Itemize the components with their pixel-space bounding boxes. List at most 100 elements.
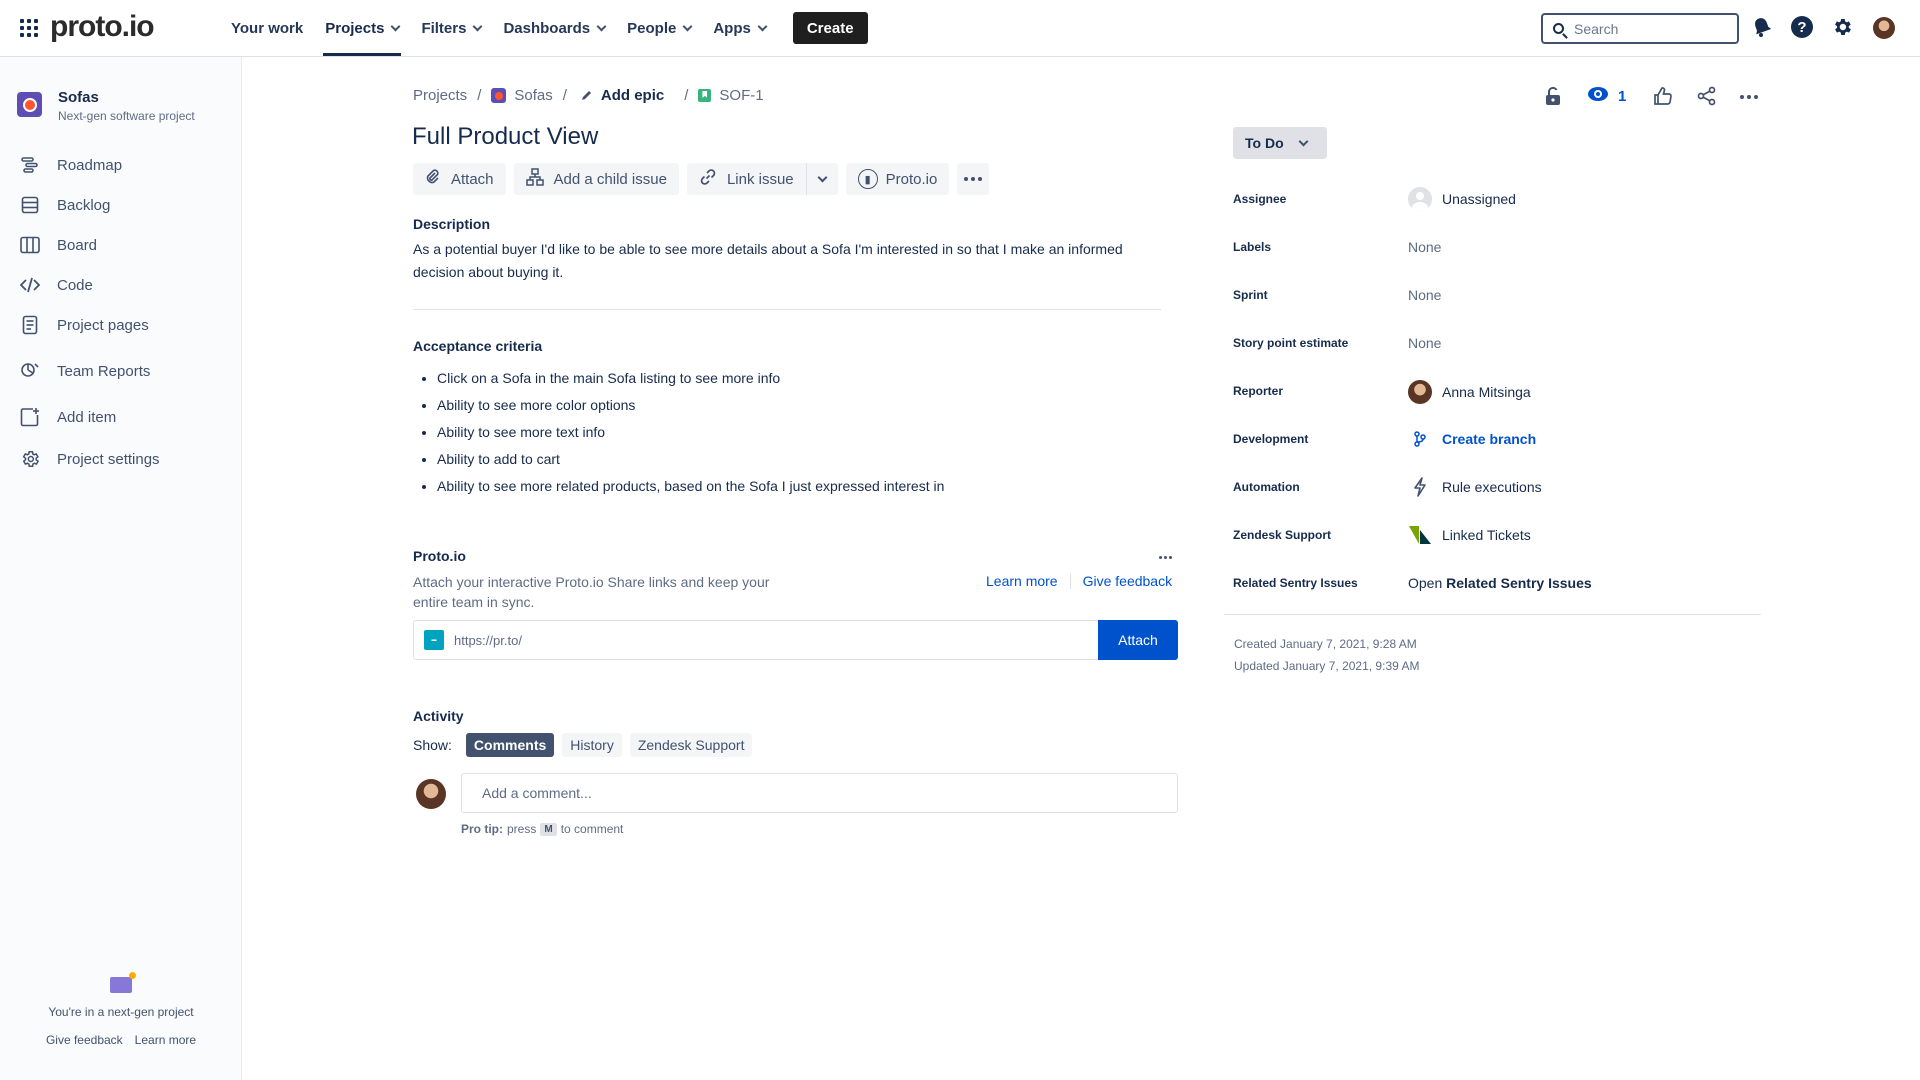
like-icon[interactable] — [1653, 86, 1673, 111]
help-icon[interactable]: ? — [1791, 16, 1813, 38]
zendesk-field[interactable]: Linked Tickets — [1408, 523, 1531, 547]
lock-icon[interactable] — [1545, 86, 1561, 111]
list-item: Ability to add to cart — [437, 449, 944, 476]
issue-title[interactable]: Full Product View — [412, 123, 598, 151]
story-points-field[interactable]: None — [1408, 335, 1441, 351]
help-glyph: ? — [1791, 16, 1813, 38]
reporter-field[interactable]: Anna Mitsinga — [1408, 380, 1531, 404]
assignee-field[interactable]: Unassigned — [1408, 187, 1516, 211]
project-name: Sofas — [58, 89, 99, 106]
give-feedback-link[interactable]: Give feedback — [1083, 573, 1173, 589]
nav-label: People — [627, 19, 677, 37]
field-label-development: Development — [1233, 432, 1309, 446]
add-epic-link[interactable]: Add epic — [577, 87, 664, 104]
link-divider — [1069, 573, 1071, 589]
add-child-issue-label: Add a child issue — [553, 170, 667, 188]
learn-more-link[interactable]: Learn more — [986, 573, 1058, 589]
lightning-icon — [1408, 475, 1432, 499]
reporter-value: Anna Mitsinga — [1442, 384, 1531, 400]
backlog-icon — [20, 195, 40, 215]
filter-comments[interactable]: Comments — [465, 733, 555, 757]
description-text[interactable]: As a potential buyer I'd like to be able… — [413, 238, 1163, 284]
breadcrumb: Projects / Sofas / Add epic / SOF-1 — [413, 87, 764, 104]
protoio-more-icon[interactable] — [1159, 556, 1172, 559]
protip: Pro tip: press M to comment — [461, 822, 623, 836]
project-header[interactable]: Sofas Next-gen software project — [17, 89, 195, 123]
sidebar-item-roadmap[interactable]: Roadmap — [20, 155, 122, 175]
nav-projects[interactable]: Projects — [314, 0, 410, 56]
filter-zendesk-support[interactable]: Zendesk Support — [629, 733, 753, 757]
add-child-issue-button[interactable]: Add a child issue — [513, 163, 679, 195]
automation-field[interactable]: Rule executions — [1408, 475, 1542, 499]
sidebar-item-board[interactable]: Board — [20, 235, 97, 255]
attach-button[interactable]: Attach — [413, 163, 506, 195]
protoio-label: Proto.io — [885, 170, 938, 188]
nav-your-work[interactable]: Your work — [220, 0, 314, 56]
sidebar-item-add-item[interactable]: Add item — [20, 407, 116, 427]
sidebar-item-project-pages[interactable]: Project pages — [20, 315, 149, 335]
protoio-attach-button[interactable]: Attach — [1098, 620, 1178, 660]
protoio-button[interactable]: ▮ Proto.io — [845, 163, 950, 195]
nav-label: Dashboards — [503, 19, 591, 37]
sidebar-item-project-settings[interactable]: Project settings — [20, 449, 160, 469]
updated-date: Updated January 7, 2021, 9:39 AM — [1234, 659, 1420, 673]
next-gen-notice: You're in a next-gen project — [48, 1005, 194, 1019]
sidebar-item-label: Project settings — [57, 450, 160, 468]
notifications-icon[interactable] — [1751, 16, 1773, 38]
chevron-down-icon — [390, 21, 401, 31]
breadcrumb-projects[interactable]: Projects — [413, 87, 467, 104]
protip-press: press — [507, 822, 537, 836]
filter-history[interactable]: History — [562, 733, 622, 757]
logo[interactable]: proto.io — [50, 10, 155, 44]
learn-more-link[interactable]: Learn more — [135, 1033, 196, 1047]
labels-field[interactable]: None — [1408, 239, 1441, 255]
sentry-field[interactable]: Open Related Sentry Issues — [1408, 575, 1592, 591]
protip-label: Pro tip: — [461, 822, 503, 836]
issue-dates: Created January 7, 2021, 9:28 AM Updated… — [1234, 633, 1419, 677]
link-issue-dropdown[interactable] — [805, 163, 838, 195]
zendesk-icon — [1409, 526, 1431, 544]
search-input[interactable]: Search — [1541, 13, 1739, 44]
user-avatar[interactable] — [1873, 17, 1895, 39]
issue-key[interactable]: SOF-1 — [719, 87, 763, 104]
create-branch-link[interactable]: Create branch — [1442, 431, 1536, 447]
pages-icon — [20, 315, 40, 335]
protoio-url-input[interactable]: https://pr.to/ — [454, 633, 1098, 648]
nav-label: Projects — [325, 19, 385, 37]
protoio-links: Learn more Give feedback — [986, 573, 1172, 589]
app-switcher-icon[interactable] — [20, 19, 38, 37]
issue-toolbar: Attach Add a child issue Link issue ▮ Pr… — [413, 163, 990, 195]
status-dropdown[interactable]: To Do — [1233, 127, 1327, 159]
watch-button[interactable]: 1 — [1587, 86, 1626, 107]
sentry-value: Related Sentry Issues — [1446, 575, 1592, 591]
divider — [1224, 614, 1761, 615]
comment-input[interactable]: Add a comment... — [461, 773, 1178, 813]
acceptance-criteria-heading: Acceptance criteria — [413, 338, 543, 354]
nav-dashboards[interactable]: Dashboards — [492, 0, 616, 56]
sidebar-item-label: Roadmap — [57, 156, 123, 174]
protoio-description: Attach your interactive Proto.io Share l… — [413, 574, 770, 610]
more-actions-button[interactable] — [957, 163, 990, 195]
divider — [413, 309, 1161, 310]
settings-icon[interactable] — [1831, 16, 1853, 38]
link-issue-button[interactable]: Link issue — [686, 163, 806, 195]
sidebar-item-team-reports[interactable]: Team Reports — [20, 361, 150, 381]
protoio-logo-icon: ▬ — [424, 630, 444, 650]
settings-icon — [20, 449, 40, 469]
sprint-field[interactable]: None — [1408, 287, 1441, 303]
give-feedback-link[interactable]: Give feedback — [46, 1033, 123, 1047]
nav-apps[interactable]: Apps — [702, 0, 777, 56]
sidebar-item-code[interactable]: Code — [20, 275, 93, 295]
share-icon[interactable] — [1697, 86, 1717, 111]
sidebar-item-backlog[interactable]: Backlog — [20, 195, 110, 215]
create-button[interactable]: Create — [792, 12, 868, 44]
nav-label: Apps — [713, 19, 751, 37]
nav-filters[interactable]: Filters — [410, 0, 492, 56]
sidebar-footer: You're in a next-gen project Give feedba… — [0, 972, 242, 1047]
list-item: Click on a Sofa in the main Sofa listing… — [437, 368, 944, 395]
breadcrumb-project[interactable]: Sofas — [514, 87, 552, 104]
roadmap-icon — [20, 155, 40, 175]
development-field[interactable]: Create branch — [1408, 427, 1536, 451]
nav-people[interactable]: People — [616, 0, 702, 56]
more-icon[interactable] — [1740, 95, 1758, 99]
